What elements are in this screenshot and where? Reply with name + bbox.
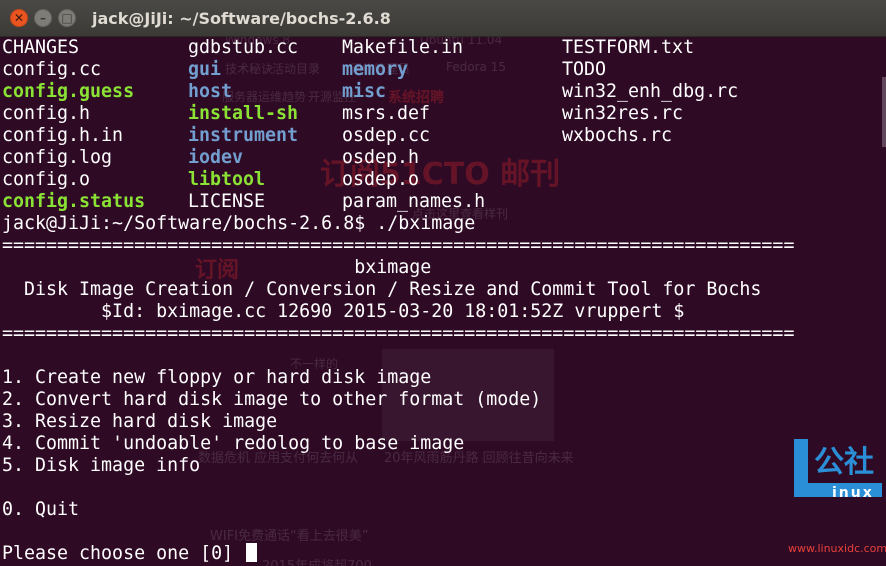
input-prompt: Please choose one [0] (2, 543, 245, 564)
file-entry: gdbstub.cc (188, 37, 299, 58)
menu-item: 3. Resize hard disk image (2, 411, 278, 432)
logo-text: 公社 (814, 445, 874, 480)
executable-entry: install-sh (188, 103, 299, 124)
file-entry: LICENSE (188, 191, 266, 212)
file-entry: win32_enh_dbg.rc (562, 81, 739, 102)
listing-row: CHANGES gdbstub.cc Makefile.in TESTFORM.txt (0, 37, 886, 59)
file-entry: osdep.cc (342, 125, 431, 146)
menu-item: 4. Commit 'undoable' redolog to base ima… (2, 433, 465, 454)
directory-entry: instrument (188, 125, 299, 146)
executable-entry: libtool (188, 169, 266, 190)
listing-row: config.status LICENSE param_names.h (0, 191, 886, 213)
separator-line: ========================================… (2, 235, 795, 256)
file-entry: config.h (2, 103, 91, 124)
directory-entry: host (188, 81, 233, 102)
terminal-area[interactable]: Windows 8 Ubuntu 11.04 技术秘诀 活动目录 网络管理员 F… (0, 37, 886, 566)
menu-item: 2. Convert hard disk image to other form… (2, 389, 542, 410)
minimize-icon: – (40, 11, 46, 25)
listing-row: config.guess host misc win32_enh_dbg.rc (0, 81, 886, 103)
executable-entry: config.status (2, 191, 146, 212)
file-entry: osdep.o (342, 169, 420, 190)
directory-entry: gui (188, 59, 222, 80)
text-cursor (246, 543, 258, 562)
file-entry: param_names.h (342, 191, 486, 212)
command-line: jack@JiJi:~/Software/bochs-2.6.8$ ./bxim… (2, 213, 476, 234)
close-icon: ✕ (13, 11, 25, 25)
file-entry: CHANGES (2, 37, 80, 58)
input-line[interactable]: Please choose one [0] (2, 543, 258, 565)
close-button[interactable]: ✕ (10, 9, 28, 27)
file-entry: config.cc (2, 59, 102, 80)
maximize-icon: □ (61, 11, 73, 25)
file-entry: config.o (2, 169, 91, 190)
file-entry: wxbochs.rc (562, 125, 673, 146)
title-bar[interactable]: ✕ – □ jack@JiJi: ~/Software/bochs-2.6.8 (0, 0, 886, 37)
file-entry: config.log (2, 147, 113, 168)
maximize-button[interactable]: □ (58, 9, 76, 27)
file-entry: Makefile.in (342, 37, 464, 58)
logo-url: www.linuxidc.com (788, 542, 886, 555)
program-name: bximage (2, 257, 432, 278)
menu-item-quit: 0. Quit (2, 499, 80, 520)
listing-row: config.o libtool osdep.o (0, 169, 886, 191)
watermark-text: WIFI免费通话“看上去很美” (210, 529, 369, 544)
directory-entry: iodev (188, 147, 244, 168)
listing-row: config.h.in instrument osdep.cc wxbochs.rc (0, 125, 886, 147)
menu-item: 1. Create new floppy or hard disk image (2, 367, 432, 388)
logo-subtext: inux (832, 485, 874, 501)
separator-line: ========================================… (2, 323, 795, 344)
program-id: $Id: bximage.cc 12690 2015-03-20 18:01:5… (2, 301, 685, 322)
listing-row: config.log iodev osdep.h (0, 147, 886, 169)
program-description: Disk Image Creation / Conversion / Resiz… (2, 279, 762, 300)
file-entry: TODO (562, 59, 607, 80)
file-entry: TESTFORM.txt (562, 37, 695, 58)
file-entry: msrs.def (342, 103, 431, 124)
menu-item: 5. Disk image info (2, 455, 201, 476)
directory-entry: memory (342, 59, 409, 80)
terminal-window: ✕ – □ jack@JiJi: ~/Software/bochs-2.6.8 … (0, 0, 886, 566)
window-title: jack@JiJi: ~/Software/bochs-2.6.8 (92, 9, 391, 28)
minimize-button[interactable]: – (34, 9, 52, 27)
file-entry: osdep.h (342, 147, 420, 168)
listing-row: config.h install-sh msrs.def win32res.rc (0, 103, 886, 125)
file-entry: config.h.in (2, 125, 124, 146)
watermark-text: 2015年成将超700 (262, 555, 372, 566)
site-logo: 公社 inux www.linuxidc.com (788, 433, 886, 566)
directory-entry: misc (342, 81, 387, 102)
file-entry: win32res.rc (562, 103, 684, 124)
executable-entry: config.guess (2, 81, 135, 102)
listing-row: config.cc gui memory TODO (0, 59, 886, 81)
